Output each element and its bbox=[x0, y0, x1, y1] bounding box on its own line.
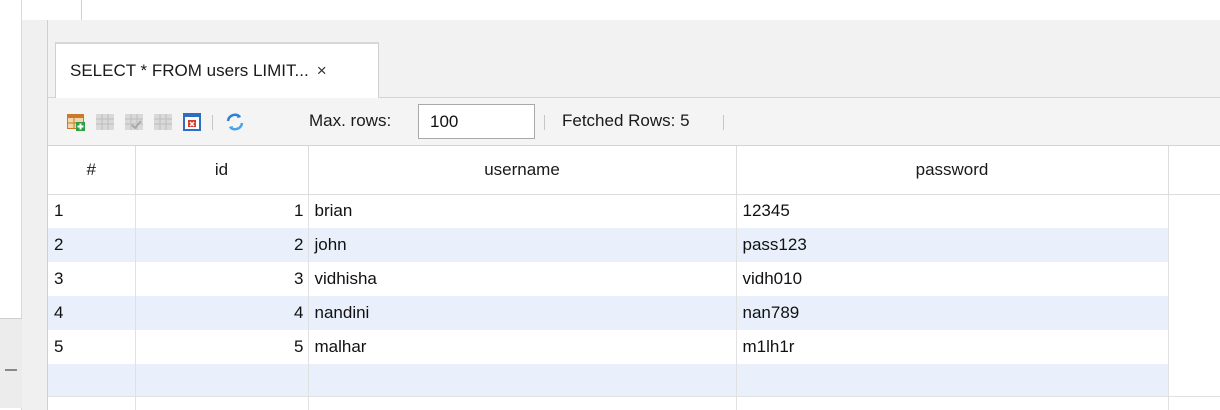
id-cell[interactable]: 3 bbox=[135, 262, 309, 296]
id-cell[interactable]: 4 bbox=[135, 296, 309, 330]
password-cell[interactable]: pass123 bbox=[736, 228, 1169, 262]
empty-grid-area bbox=[48, 396, 1220, 410]
column-header-filler bbox=[1168, 146, 1220, 195]
username-cell[interactable]: vidhisha bbox=[308, 262, 737, 296]
id-cell[interactable]: 5 bbox=[135, 330, 309, 364]
tab-query-result[interactable]: SELECT * FROM users LIMIT... × bbox=[55, 42, 379, 98]
tab-strip: SELECT * FROM users LIMIT... × bbox=[48, 20, 1220, 98]
filler-cell bbox=[1168, 296, 1220, 330]
filler-cell bbox=[1168, 364, 1220, 397]
new-row[interactable] bbox=[48, 364, 1220, 397]
grid-plain-icon[interactable] bbox=[153, 112, 173, 132]
row-number-cell[interactable]: 5 bbox=[48, 330, 136, 364]
empty-cell bbox=[1168, 396, 1220, 410]
result-grid: # id username password 1 1 brian 12345 2 bbox=[48, 146, 1220, 410]
filler-cell bbox=[1168, 330, 1220, 364]
max-rows-label: Max. rows: bbox=[309, 111, 392, 130]
password-cell[interactable]: vidh010 bbox=[736, 262, 1169, 296]
password-cell[interactable]: 12345 bbox=[736, 194, 1169, 228]
column-header-id[interactable]: id bbox=[135, 146, 309, 195]
fetched-rows-status: Fetched Rows: 5 bbox=[562, 111, 690, 130]
new-row-number-cell[interactable] bbox=[48, 364, 136, 397]
username-cell[interactable]: malhar bbox=[308, 330, 737, 364]
toolbar-separator bbox=[723, 115, 724, 130]
username-cell[interactable]: nandini bbox=[308, 296, 737, 330]
column-header-rownum[interactable]: # bbox=[48, 146, 136, 195]
header-row: # id username password bbox=[48, 146, 1220, 195]
row-number-cell[interactable]: 2 bbox=[48, 228, 136, 262]
id-cell[interactable]: 2 bbox=[135, 228, 309, 262]
new-id-cell[interactable] bbox=[135, 364, 309, 397]
column-header-username[interactable]: username bbox=[308, 146, 737, 195]
filler-cell bbox=[1168, 228, 1220, 262]
query-results-window: SELECT * FROM users LIMIT... × Max. rows… bbox=[0, 0, 1220, 410]
left-panel bbox=[22, 0, 82, 410]
row-number-cell[interactable]: 3 bbox=[48, 262, 136, 296]
new-password-cell[interactable] bbox=[736, 364, 1169, 397]
filler-cell bbox=[1168, 194, 1220, 228]
password-cell[interactable]: nan789 bbox=[736, 296, 1169, 330]
table-row[interactable]: 3 3 vidhisha vidh010 bbox=[48, 262, 1220, 296]
refresh-icon[interactable] bbox=[225, 112, 245, 132]
password-cell[interactable]: m1lh1r bbox=[736, 330, 1169, 364]
row-number-cell[interactable]: 4 bbox=[48, 296, 136, 330]
table-row[interactable]: 2 2 john pass123 bbox=[48, 228, 1220, 262]
splitter-grip-icon[interactable] bbox=[5, 369, 17, 371]
add-row-icon[interactable] bbox=[66, 112, 86, 132]
username-cell[interactable]: brian bbox=[308, 194, 737, 228]
left-gutter bbox=[0, 0, 22, 410]
panel-splitter[interactable] bbox=[0, 318, 22, 408]
new-username-cell[interactable] bbox=[308, 364, 737, 397]
empty-cell bbox=[308, 396, 737, 410]
toolbar-separator bbox=[544, 115, 545, 130]
close-icon[interactable]: × bbox=[317, 61, 327, 81]
toolbar-separator bbox=[212, 115, 213, 130]
empty-cell bbox=[135, 396, 309, 410]
username-cell[interactable]: john bbox=[308, 228, 737, 262]
row-number-cell[interactable]: 1 bbox=[48, 194, 136, 228]
filler-cell bbox=[1168, 262, 1220, 296]
max-rows-input[interactable]: 100 bbox=[418, 104, 535, 139]
tab-label: SELECT * FROM users LIMIT... bbox=[70, 61, 309, 80]
table-row[interactable]: 1 1 brian 12345 bbox=[48, 194, 1220, 228]
column-header-password[interactable]: password bbox=[736, 146, 1169, 195]
id-cell[interactable]: 1 bbox=[135, 194, 309, 228]
grid-icon[interactable] bbox=[95, 112, 115, 132]
result-toolbar: Max. rows: 100 Fetched Rows: 5 bbox=[48, 98, 1220, 146]
table-row[interactable]: 4 4 nandini nan789 bbox=[48, 296, 1220, 330]
result-table: # id username password 1 1 brian 12345 2 bbox=[48, 146, 1220, 410]
empty-cell bbox=[48, 396, 136, 410]
empty-cell bbox=[736, 396, 1169, 410]
export-icon[interactable] bbox=[182, 112, 202, 132]
table-row[interactable]: 5 5 malhar m1lh1r bbox=[48, 330, 1220, 364]
left-panel-header bbox=[22, 0, 82, 20]
grid-check-icon[interactable] bbox=[124, 112, 144, 132]
